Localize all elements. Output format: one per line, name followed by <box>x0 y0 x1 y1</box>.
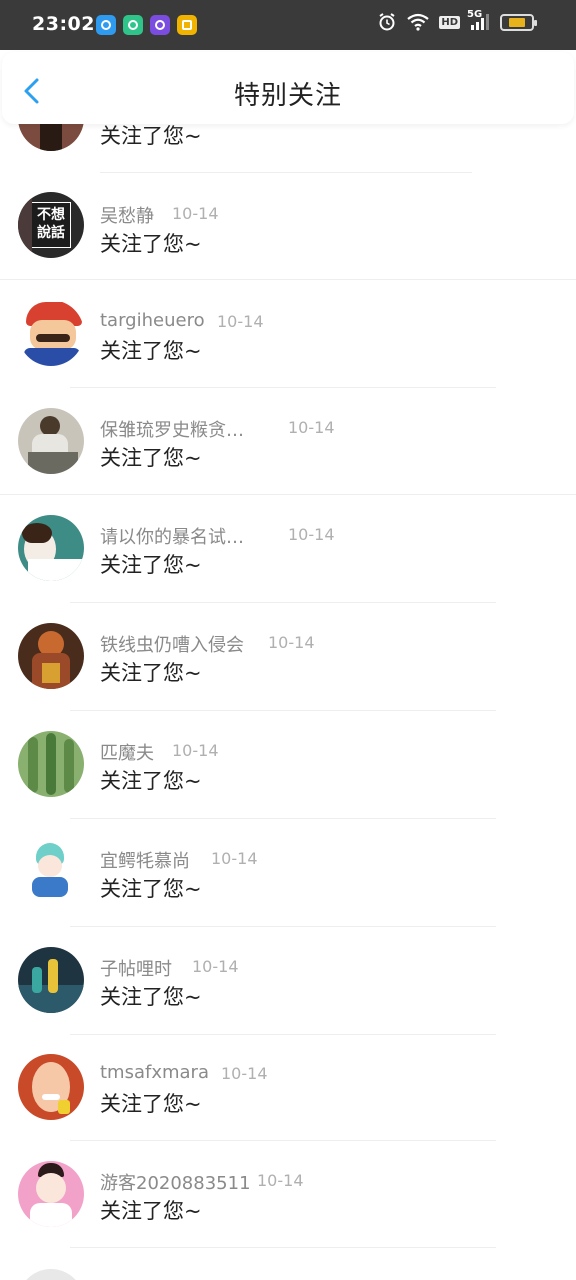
user-name[interactable]: tmsafxmara <box>100 1062 209 1083</box>
date-text: 10-14 <box>211 849 258 868</box>
user-avatar[interactable] <box>18 1269 84 1280</box>
list-item[interactable]: 保雏琉罗史糇贪… 10-14 关注了您~ <box>0 388 576 495</box>
battery-fill <box>509 17 525 27</box>
list-item[interactable]: tmsafxmara 10-14 关注了您~ <box>0 1034 576 1141</box>
user-avatar[interactable] <box>18 1054 84 1120</box>
message-text: 关注了您~ <box>100 769 202 793</box>
chat-app-icon <box>150 15 170 35</box>
user-name[interactable]: 保雏琉罗史糇贪… <box>100 416 244 442</box>
user-avatar[interactable] <box>18 408 84 474</box>
message-text: 关注了您~ <box>100 232 202 256</box>
browser-app-icon <box>96 15 116 35</box>
user-avatar[interactable] <box>18 839 84 905</box>
divider <box>100 172 472 173</box>
user-avatar[interactable] <box>18 731 84 797</box>
user-name[interactable]: 子帖哩时 <box>100 955 172 981</box>
message-text: 关注了您~ <box>100 877 202 901</box>
user-avatar[interactable] <box>18 947 84 1013</box>
status-time: 23:02 <box>32 13 95 35</box>
message-text: 关注了您~ <box>100 1092 202 1116</box>
date-text: 10-14 <box>172 204 219 223</box>
notification-icons <box>96 15 197 35</box>
battery-icon <box>500 13 537 31</box>
hd-badge: HD <box>439 15 460 29</box>
date-text: 10-14 <box>192 957 239 976</box>
list-item[interactable]: 铁线虫仍嘈入侵会 10-14 关注了您~ <box>0 603 576 711</box>
list-item[interactable]: 游客2020883511 10-14 关注了您~ <box>0 1141 576 1248</box>
user-avatar[interactable] <box>18 1161 84 1227</box>
date-text: 10-14 <box>257 1171 304 1190</box>
signal-icon: 5G <box>467 9 491 32</box>
user-avatar[interactable] <box>18 623 84 689</box>
list-item[interactable] <box>0 1249 576 1280</box>
list-item[interactable]: 不想 說話 吴愁静 10-14 关注了您~ <box>0 174 576 280</box>
date-text: 10-14 <box>288 418 335 437</box>
date-text: 10-14 <box>221 1064 268 1083</box>
camera-app-icon <box>123 15 143 35</box>
message-text: 关注了您~ <box>100 661 202 685</box>
alarm-icon <box>377 12 397 32</box>
list-item[interactable]: 匹魔夫 10-14 关注了您~ <box>0 711 576 819</box>
message-text: 关注了您~ <box>100 446 202 470</box>
list-item[interactable]: 子帖哩时 10-14 关注了您~ <box>0 927 576 1035</box>
message-text: 关注了您~ <box>100 339 202 363</box>
network-type: 5G <box>467 9 483 20</box>
user-name[interactable]: 请以你的暴名试… <box>100 523 244 549</box>
message-text: 关注了您~ <box>100 124 202 148</box>
user-name[interactable]: 游客2020883511 <box>100 1169 251 1195</box>
date-text: 10-14 <box>217 312 264 331</box>
user-avatar[interactable]: 不想 說話 <box>18 192 84 258</box>
system-icons: HD 5G <box>377 9 537 32</box>
message-text: 关注了您~ <box>100 1199 202 1223</box>
user-name[interactable]: 吴愁静 <box>100 202 154 228</box>
wifi-icon <box>406 13 430 31</box>
wallet-app-icon <box>177 15 197 35</box>
list-item[interactable]: 请以你的暴名试… 10-14 关注了您~ <box>0 495 576 603</box>
user-avatar[interactable] <box>18 515 84 581</box>
page-title: 特别关注 <box>233 81 342 111</box>
date-text: 10-14 <box>288 525 335 544</box>
list-item[interactable]: 宜鳄牦慕尚 10-14 关注了您~ <box>0 819 576 927</box>
list-item[interactable]: targiheuero 10-14 关注了您~ <box>0 280 576 388</box>
date-text: 10-14 <box>268 633 315 652</box>
status-bar: 23:02 HD 5G <box>0 0 576 50</box>
date-text: 10-14 <box>172 741 219 760</box>
user-name[interactable]: 宜鳄牦慕尚 <box>100 847 190 873</box>
page-header: 特别关注 <box>2 52 574 124</box>
message-text: 关注了您~ <box>100 553 202 577</box>
user-name[interactable]: targiheuero <box>100 310 205 331</box>
divider <box>70 1247 496 1248</box>
user-avatar[interactable] <box>18 300 84 366</box>
message-text: 关注了您~ <box>100 985 202 1009</box>
user-name[interactable]: 铁线虫仍嘈入侵会 <box>100 631 244 657</box>
user-name[interactable]: 匹魔夫 <box>100 739 154 765</box>
